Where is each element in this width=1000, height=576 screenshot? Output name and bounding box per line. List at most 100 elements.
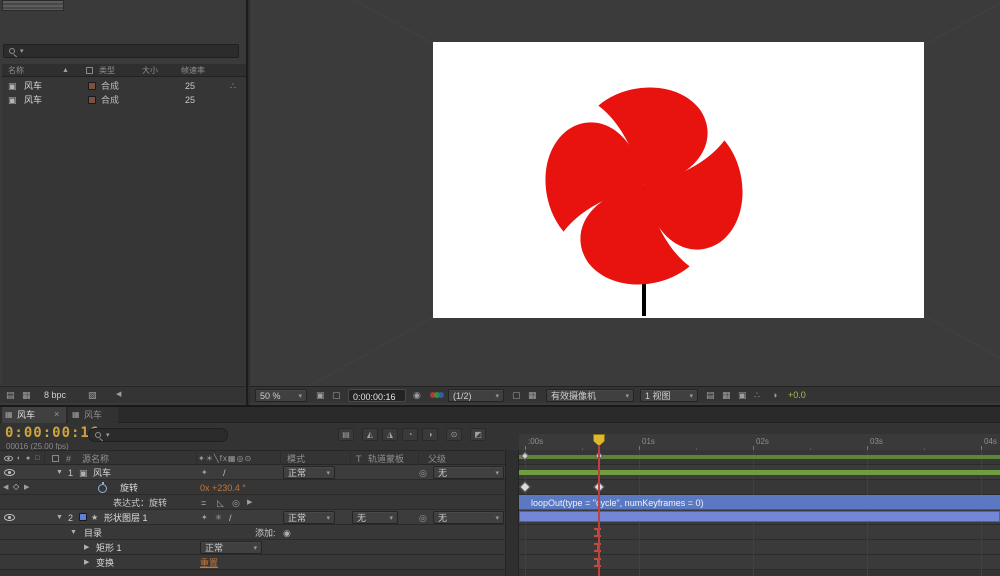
expression-menu-icon[interactable]: ▶ (247, 499, 252, 506)
fast-previews-icon[interactable]: ▦ (722, 391, 731, 400)
pixel-aspect-icon[interactable]: ▤ (706, 391, 715, 400)
layer-name[interactable]: 风车 (93, 469, 111, 478)
auto-keyframe-icon[interactable]: ⊙ (446, 428, 462, 441)
group-row-contents[interactable]: ▼ 目录 添加: ◉ (0, 525, 508, 540)
interpret-footage-icon[interactable]: ▤ (6, 391, 15, 400)
layer-bar-comp[interactable] (519, 470, 1000, 475)
twirl-closed-icon[interactable]: ▶ (84, 544, 89, 551)
tab-close-button[interactable]: × (54, 410, 59, 419)
frame-blend-icon[interactable]: ◔ (402, 428, 418, 441)
group-label[interactable]: 变换 (96, 559, 114, 568)
expression-graph-icon[interactable]: ◺ (217, 499, 224, 508)
draft-3d-icon[interactable]: ◭ (362, 428, 378, 441)
label-swatch[interactable] (79, 513, 87, 521)
col-name[interactable]: 名称 (8, 67, 24, 75)
panel-tab-stub[interactable] (2, 0, 64, 11)
effects-switch-icon[interactable]: ✳ (215, 514, 222, 522)
keyframe-prev-icon[interactable]: ◀ (3, 484, 8, 491)
label-swatch[interactable] (88, 82, 96, 90)
collapse-switch-icon[interactable]: ✦ (201, 514, 208, 522)
search-dropdown-icon[interactable]: ▾ (106, 432, 110, 439)
tab-comp-active[interactable]: ▦ 风车 × (2, 407, 66, 423)
project-search[interactable]: ▾ (3, 44, 239, 58)
audio-column-icon[interactable]: ◖ (16, 455, 20, 462)
viewer-timecode[interactable]: 0:00:00:16 (348, 389, 406, 402)
col-size[interactable]: 大小 (142, 67, 158, 75)
blend-mode-dropdown[interactable]: 正常 ▾ (283, 466, 335, 479)
parent-dropdown[interactable]: 无 ▾ (433, 466, 504, 479)
keyframe-next-icon[interactable]: ▶ (24, 484, 29, 491)
eye-column-icon[interactable] (4, 455, 13, 462)
safe-zones-icon[interactable]: ▣ (316, 391, 325, 400)
transparency-grid-icon[interactable]: ▦ (528, 391, 537, 400)
mask-visibility-icon[interactable]: ▢ (332, 391, 341, 400)
expression-code[interactable]: loopOut(type = "cycle", numKeyframes = 0… (531, 499, 703, 508)
group-label[interactable]: 矩形 1 (96, 544, 122, 553)
quality-switch-icon[interactable]: / (229, 514, 232, 523)
layer-row-shape[interactable]: ▼ 2 ★ 形状图层 1 ✦ ✳ / 正常 ▾ 无 ▾ ◎ 无 ▾ (0, 510, 508, 525)
flowchart-button-icon[interactable]: ∴ (754, 391, 760, 400)
channels-icon[interactable] (430, 392, 444, 399)
col-t[interactable]: T (356, 455, 362, 464)
quality-switch-icon[interactable]: / (223, 469, 226, 478)
expression-pickwhip-icon[interactable]: ◎ (232, 499, 240, 508)
comp-mini-flowchart-icon[interactable]: ▤ (338, 428, 354, 441)
label-column-icon[interactable] (86, 67, 93, 74)
active-camera-dropdown[interactable]: 有效摄像机 ▾ (546, 389, 634, 402)
sort-asc-icon[interactable]: ▲ (62, 67, 69, 74)
layer-bar-shape[interactable] (519, 511, 1000, 522)
col-trkmat[interactable]: 轨道蒙板 (368, 455, 404, 464)
current-time-indicator-line[interactable] (598, 446, 600, 576)
view-layout-dropdown[interactable]: 1 视图 ▾ (640, 389, 698, 402)
col-parent[interactable]: 父级 (428, 455, 446, 464)
keyframe-add-icon[interactable]: ◇ (13, 483, 19, 491)
reset-link[interactable]: 重置 (200, 559, 218, 568)
flowchart-icon[interactable]: ∴ (230, 82, 236, 91)
lock-column-icon[interactable]: □ (35, 455, 39, 462)
snapshot-icon[interactable]: ◉ (413, 391, 421, 400)
visibility-toggle[interactable] (4, 469, 15, 476)
timeline-button-icon[interactable]: ▣ (738, 391, 747, 400)
panel-scroll-left-icon[interactable]: ◀ (116, 391, 121, 398)
timeline-search[interactable]: ▾ (88, 428, 228, 442)
visibility-toggle[interactable] (4, 514, 15, 521)
rect-blend-mode-dropdown[interactable]: 正常 ▾ (200, 541, 262, 554)
group-row-rectangle[interactable]: ▶ 矩形 1 正常 ▾ (0, 540, 508, 555)
group-row-transform[interactable]: ▶ 变换 重置 (0, 555, 508, 570)
col-source-name[interactable]: 源名称 (82, 455, 109, 464)
panel-splitter[interactable] (505, 450, 519, 576)
group-label[interactable]: 目录 (84, 529, 102, 538)
tab-comp-inactive[interactable]: ▦ 风车 (68, 407, 118, 423)
twirl-open-icon[interactable]: ▼ (56, 469, 63, 476)
property-label[interactable]: 旋转 (120, 484, 138, 493)
twirl-closed-icon[interactable]: ▶ (84, 559, 89, 566)
col-type[interactable]: 类型 (99, 67, 115, 75)
project-item-row[interactable]: ▣ 风车 合成 25 (2, 93, 246, 107)
graph-editor-icon[interactable]: ◩ (470, 428, 486, 441)
bpc-button[interactable]: 8 bpc (44, 391, 66, 400)
col-number[interactable]: # (66, 455, 71, 464)
parent-pickwhip-icon[interactable]: ◎ (419, 514, 427, 523)
exposure-icon[interactable]: ◑ (772, 391, 777, 400)
collapse-switch-icon[interactable]: ✦ (201, 469, 208, 477)
parent-pickwhip-icon[interactable]: ◎ (419, 469, 427, 478)
zoom-dropdown[interactable]: 50 % ▾ (255, 389, 307, 402)
layer-row-comp[interactable]: ▼ 1 ▣ 风车 ✦ / 正常 ▾ ◎ 无 ▾ (0, 465, 508, 480)
new-folder-icon[interactable]: ▦ (22, 391, 31, 400)
property-row-expression[interactable]: 表达式：旋转 = ◺ ◎ ▶ (0, 495, 508, 510)
search-dropdown-icon[interactable]: ▾ (20, 48, 24, 55)
exposure-value[interactable]: +0.0 (788, 391, 806, 400)
work-area-bar[interactable] (519, 455, 1000, 459)
shy-layers-icon[interactable]: ◮ (382, 428, 398, 441)
col-mode[interactable]: 模式 (287, 455, 305, 464)
add-menu-icon[interactable]: ◉ (283, 529, 291, 538)
layer-switches-header[interactable]: ✦☀╲fx▦◎⊙ (198, 455, 252, 463)
motion-blur-icon[interactable]: ◑ (422, 428, 438, 441)
twirl-open-icon[interactable]: ▼ (56, 514, 63, 521)
track-matte-dropdown[interactable]: 无 ▾ (352, 511, 398, 524)
label-swatch[interactable] (88, 96, 96, 104)
property-row-rotation[interactable]: ◀ ◇ ▶ 旋转 0x +230.4 ° (0, 480, 508, 495)
expression-bar[interactable]: loopOut(type = "cycle", numKeyframes = 0… (519, 495, 1000, 510)
layer-name[interactable]: 形状图层 1 (104, 514, 148, 523)
solo-column-icon[interactable]: ● (26, 455, 30, 462)
